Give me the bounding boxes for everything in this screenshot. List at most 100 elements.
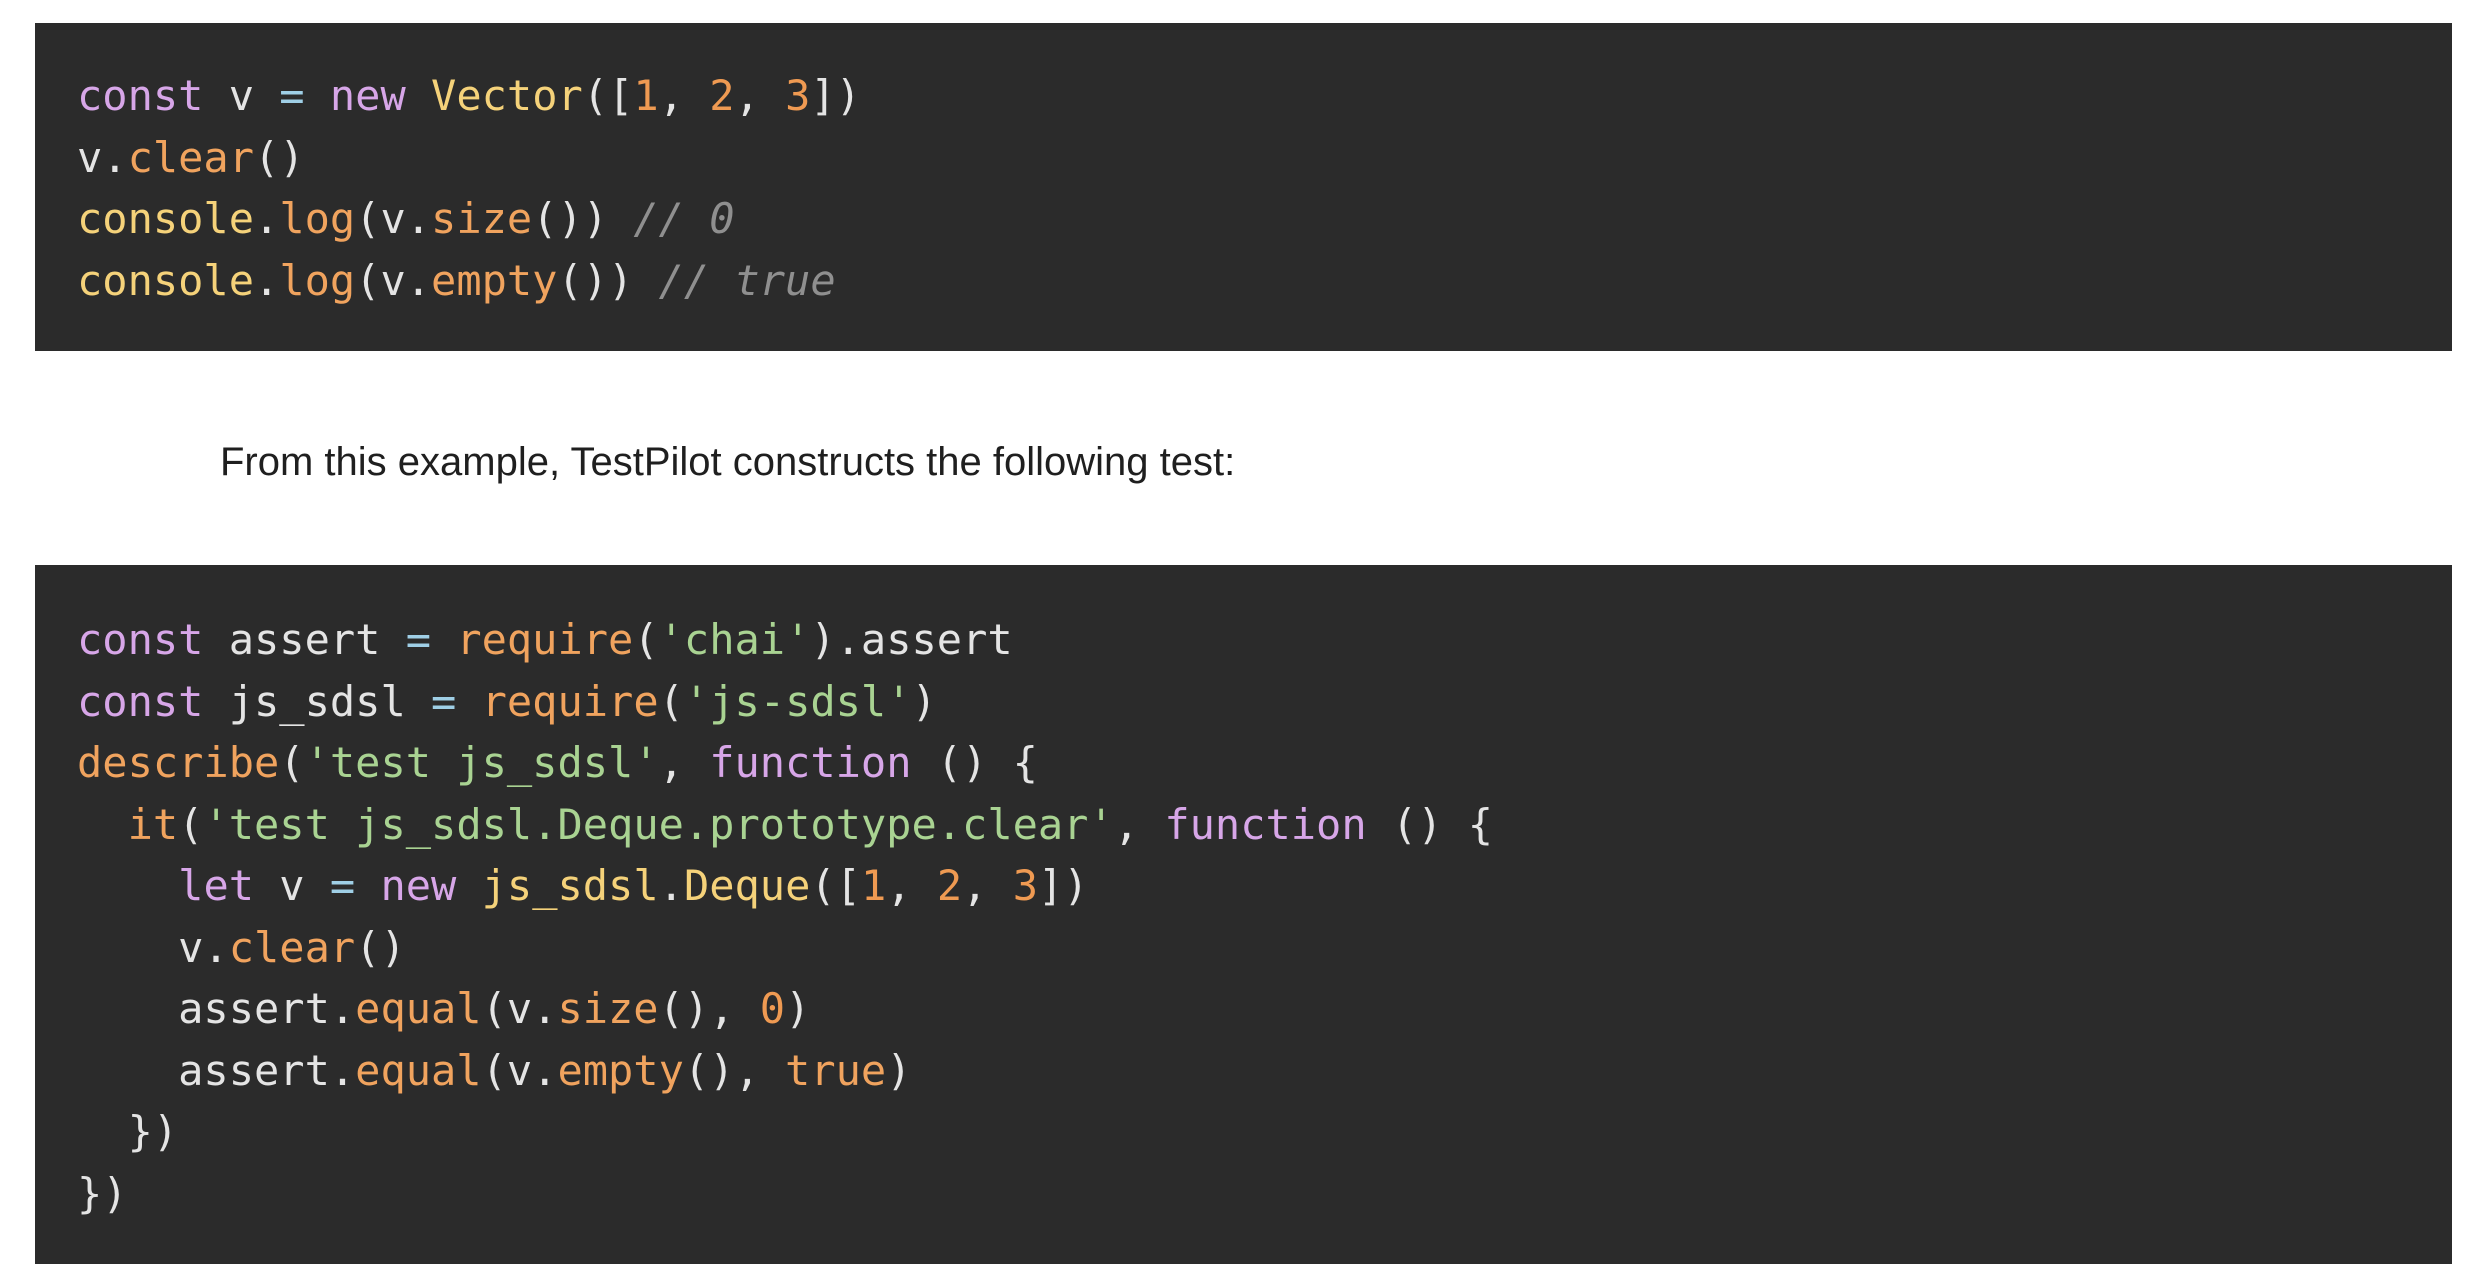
code-token-default: ([ [582, 71, 634, 120]
code-line: console.log(v.empty()) // true [77, 250, 2410, 312]
code-token-keyword: new [380, 861, 457, 910]
code-token-default: }) [77, 1168, 128, 1218]
code-token-default: v [203, 71, 280, 120]
code-token-default: (v. [355, 255, 432, 305]
code-token-default: v [254, 861, 330, 910]
code-token-default: ).assert [810, 615, 1013, 664]
code-token-comment: // 0 [633, 194, 735, 243]
code-token-class: js_sdsl [481, 861, 659, 910]
code-token-default: ( [178, 799, 204, 849]
code-token-default [456, 677, 481, 726]
code-token-keyword: const [77, 676, 204, 726]
code-token-default: v. [77, 922, 229, 972]
code-block-vector-example: const v = new Vector([1, 2, 3]) v.clear()… [35, 23, 2452, 351]
code-token-default [431, 615, 456, 664]
code-token-number: 3 [785, 71, 811, 120]
code-token-string: 'chai' [658, 615, 811, 664]
code-token-func: empty [431, 255, 558, 305]
code-token-func: log [279, 255, 356, 305]
code-token-func: describe [77, 738, 280, 787]
code-line: }) [77, 1163, 2410, 1225]
code-token-default: () [254, 132, 305, 182]
code-token-default [77, 861, 178, 910]
prose-paragraph: From this example, TestPilot constructs … [220, 440, 1236, 484]
code-line: console.log(v.size()) // 0 [77, 188, 2410, 250]
code-token-default: js_sdsl [203, 676, 432, 726]
code-token-default: ( [279, 738, 305, 787]
code-token-number: 1 [860, 861, 887, 910]
code-token-default [305, 71, 330, 120]
code-token-keyword: function [709, 738, 912, 787]
code-token-default: () { [1366, 799, 1494, 849]
code-token-keyword: const [77, 71, 204, 120]
code-line: v.clear() [77, 127, 2410, 189]
code-token-default: () { [911, 738, 1038, 787]
code-token-default: ]) [810, 71, 861, 120]
code-line: assert.equal(v.empty(), true) [77, 1040, 2410, 1102]
code-token-number: 2 [936, 861, 963, 910]
code-line: const assert = require('chai').assert [77, 609, 2410, 671]
code-token-keyword: new [329, 71, 406, 120]
code-token-default: (v. [481, 1045, 558, 1095]
code-token-keyword: function [1164, 799, 1367, 849]
code-line: }) [77, 1101, 2410, 1163]
code-token-default: . [254, 255, 280, 305]
code-token-keyword: const [77, 615, 204, 664]
code-token-default: . [254, 194, 280, 243]
code-token-default: , [1113, 799, 1165, 849]
code-token-default: . [658, 861, 684, 910]
code-token-op: = [279, 71, 305, 120]
code-token-func: it [127, 799, 179, 849]
code-token-default: (v. [355, 194, 432, 243]
code-line: it('test js_sdsl.Deque.prototype.clear',… [77, 794, 2410, 856]
code-token-func: size [557, 984, 659, 1033]
code-token-default [406, 71, 431, 120]
code-token-default: ( [633, 615, 659, 664]
code-token-default: ( [658, 676, 684, 726]
code-token-default [77, 800, 128, 849]
code-line: describe('test js_sdsl', function () { [77, 732, 2410, 794]
code-token-string: 'js-sdsl' [683, 676, 912, 726]
code-token-func: empty [557, 1045, 684, 1095]
code-token-func: log [279, 194, 356, 243]
code-token-default: , [734, 71, 786, 120]
code-token-func: size [431, 194, 533, 243]
code-token-string: 'test js_sdsl.Deque.prototype.clear' [203, 799, 1114, 849]
code-token-default: , [658, 71, 710, 120]
code-token-op: = [329, 861, 356, 910]
code-token-default: assert [203, 615, 406, 664]
code-token-default [355, 861, 380, 910]
code-token-keyword: let [178, 861, 255, 910]
code-token-default: , [962, 861, 1013, 910]
code-token-default: (), [683, 1045, 786, 1095]
code-token-func: true [785, 1045, 887, 1095]
code-line: v.clear() [77, 917, 2410, 979]
code-token-class: console [77, 255, 255, 305]
code-token-func: require [456, 615, 634, 664]
code-token-func: clear [228, 922, 356, 972]
code-token-default: ]) [1038, 861, 1089, 910]
code-token-func: clear [127, 132, 255, 182]
code-token-number: 0 [759, 984, 786, 1033]
code-line: assert.equal(v.size(), 0) [77, 978, 2410, 1040]
code-block-generated-test: const assert = require('chai').assert con… [35, 565, 2452, 1264]
code-token-func: equal [355, 984, 482, 1033]
code-token-default: ) [886, 1045, 912, 1095]
code-token-default: (), [658, 984, 760, 1033]
code-token-class: Deque [683, 861, 811, 910]
code-token-class: console [77, 194, 255, 243]
code-token-default: () [355, 922, 406, 972]
code-token-default: ) [911, 676, 937, 726]
code-token-default: ()) [557, 255, 659, 305]
code-token-comment: // true [658, 255, 836, 305]
code-token-number: 1 [633, 71, 659, 120]
code-token-default: v. [77, 132, 128, 182]
code-token-default: }) [77, 1107, 179, 1156]
code-token-op: = [405, 615, 432, 664]
code-line: let v = new js_sdsl.Deque([1, 2, 3]) [77, 855, 2410, 917]
code-token-class: Vector [431, 71, 583, 120]
code-token-default: ([ [810, 861, 861, 910]
code-token-number: 3 [1012, 861, 1038, 910]
code-token-default: (v. [481, 984, 558, 1033]
code-token-string: 'test js_sdsl' [304, 738, 659, 787]
